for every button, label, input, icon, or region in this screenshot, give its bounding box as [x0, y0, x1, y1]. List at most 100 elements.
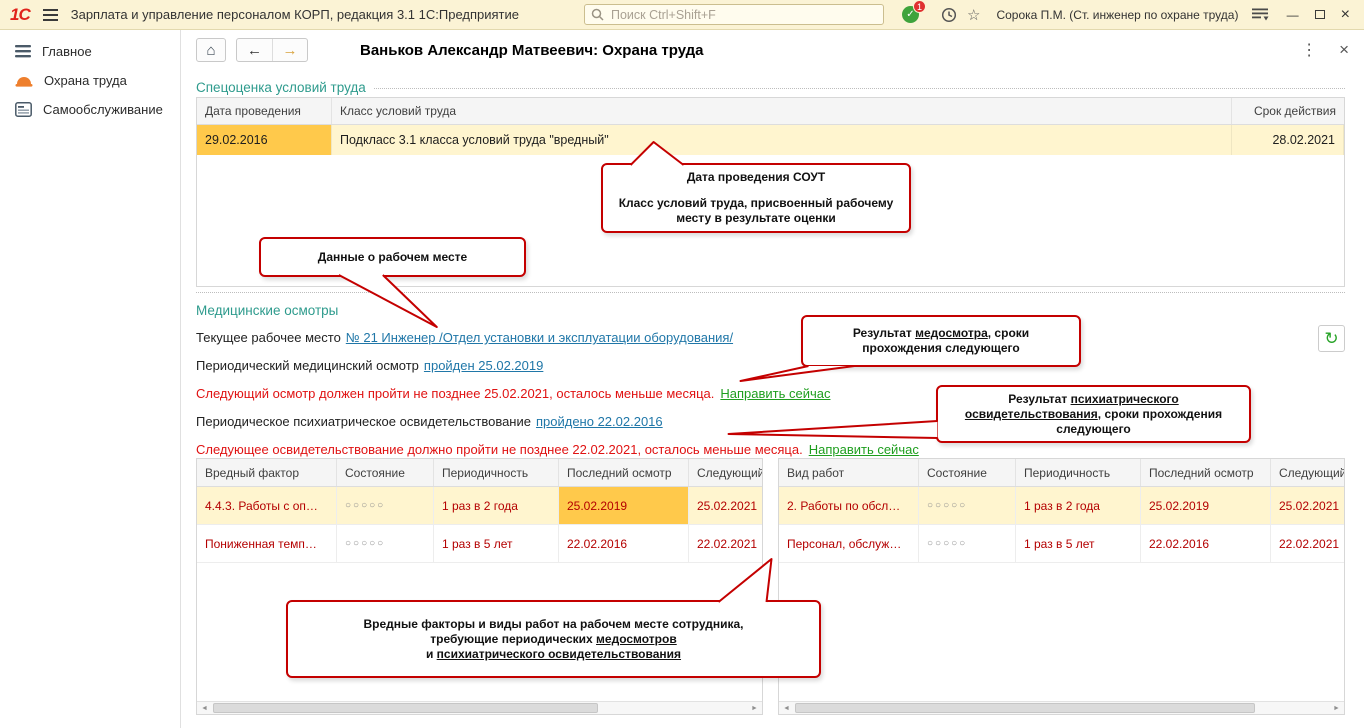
helmet-icon	[15, 77, 33, 87]
status-circles-icon: ○○○○○	[345, 538, 386, 549]
more-menu-button[interactable]: ⋮	[1301, 40, 1317, 60]
status-circles-icon: ○○○○○	[927, 500, 968, 511]
home-button[interactable]: ⌂	[196, 38, 226, 62]
column-header[interactable]: Периодичность	[1016, 459, 1141, 486]
sections-sidebar: Главное Охрана труда Самообслуживание	[0, 30, 181, 728]
form-toolbar-right: ⋮ ×	[1301, 40, 1349, 60]
scroll-right-button[interactable]: ►	[1329, 702, 1344, 714]
refresh-icon: ↻	[1324, 328, 1339, 348]
forward-button[interactable]: →	[272, 39, 307, 61]
table-row[interactable]: 2. Работы по обсл… ○○○○○ 1 раз в 2 года …	[779, 487, 1344, 525]
sout-section-header: Спецоценка условий труда	[196, 77, 1345, 97]
psych-result-link[interactable]: пройдено 22.02.2016	[536, 414, 663, 429]
sidebar-item-label: Охрана труда	[44, 73, 127, 88]
scroll-track[interactable]	[794, 702, 1329, 714]
table-empty-area	[779, 563, 1344, 714]
last-exam-cell: 22.02.2016	[559, 525, 689, 562]
exam-result-link[interactable]: пройден 25.02.2019	[424, 358, 543, 373]
home-icon: ⌂	[206, 41, 216, 59]
search-input[interactable]	[584, 4, 884, 25]
notification-icon: ✓	[906, 9, 915, 20]
sidebar-item-label: Самообслуживание	[43, 102, 163, 117]
workplace-link[interactable]: № 21 Инженер /Отдел установки и эксплуат…	[346, 330, 733, 345]
send-now-link-exam[interactable]: Направить сейчас	[720, 386, 830, 401]
section-separator	[196, 292, 1345, 293]
callout-text: и	[425, 646, 437, 661]
status-circles-icon: ○○○○○	[345, 500, 386, 511]
column-header[interactable]: Вид работ	[779, 459, 919, 486]
sidebar-item-labor-safety[interactable]: Охрана труда	[0, 66, 180, 95]
h-scrollbar[interactable]: ◄ ►	[779, 701, 1344, 714]
table-row[interactable]: 4.4.3. Работы с оп… ○○○○○ 1 раз в 2 года…	[197, 487, 762, 525]
column-header[interactable]: Следующий	[1271, 459, 1344, 486]
main-menu-button[interactable]	[40, 6, 61, 24]
last-exam-cell: 25.02.2019	[1141, 487, 1271, 524]
last-exam-cell: 25.02.2019	[559, 487, 689, 524]
favorites-button[interactable]: ☆	[967, 6, 980, 24]
column-header[interactable]: Периодичность	[434, 459, 559, 486]
global-search	[584, 4, 884, 25]
callout-exam-note: Результат медосмотра, сроки прохождения …	[801, 315, 1081, 367]
factor-name-cell: Пониженная темп…	[197, 525, 337, 562]
close-button[interactable]: ×	[1341, 6, 1350, 22]
refresh-button[interactable]: ↻	[1318, 325, 1345, 352]
column-header[interactable]: Последний осмотр	[559, 459, 689, 486]
notification-badge: 1	[913, 0, 926, 13]
sidebar-item-main[interactable]: Главное	[0, 36, 180, 66]
hamburger-icon	[42, 18, 58, 21]
window-controls: — ×	[1287, 6, 1354, 22]
scroll-track[interactable]	[212, 702, 747, 714]
close-icon: ×	[1339, 40, 1349, 59]
scroll-right-button[interactable]: ►	[747, 702, 762, 714]
psych-label: Периодическое психиатрическое освидетель…	[196, 414, 531, 429]
table-row[interactable]: Пониженная темп… ○○○○○ 1 раз в 5 лет 22.…	[197, 525, 762, 563]
callout-text: медосмотров	[596, 631, 677, 646]
work-type-cell: Персонал, обслуж…	[779, 525, 919, 562]
column-header[interactable]: Состояние	[337, 459, 434, 486]
workplace-label: Текущее рабочее место	[196, 330, 341, 345]
self-service-icon	[15, 102, 32, 117]
next-exam-cell: 22.02.2021	[1279, 536, 1340, 551]
sidebar-item-self-service[interactable]: Самообслуживание	[0, 95, 180, 124]
clock-icon	[941, 7, 957, 22]
column-header-class[interactable]: Класс условий труда	[332, 98, 1232, 124]
column-header[interactable]: Вредный фактор	[197, 459, 337, 486]
scroll-thumb[interactable]	[795, 703, 1256, 713]
page-title: Ваньков Александр Матвеевич: Охрана труд…	[360, 41, 704, 59]
maximize-button[interactable]	[1314, 10, 1325, 19]
scroll-left-button[interactable]: ◄	[197, 702, 212, 714]
settings-menu-button[interactable]	[1252, 8, 1269, 21]
scroll-thumb[interactable]	[213, 703, 599, 713]
column-header[interactable]: Последний осмотр	[1141, 459, 1271, 486]
factors-table-header: Вредный фактор Состояние Периодичность П…	[197, 459, 762, 487]
factor-name-cell: 4.4.3. Работы с оп…	[197, 487, 337, 524]
column-header[interactable]: Состояние	[919, 459, 1016, 486]
h-scrollbar[interactable]: ◄ ►	[197, 701, 762, 714]
table-row[interactable]: Персонал, обслуж… ○○○○○ 1 раз в 5 лет 22…	[779, 525, 1344, 563]
history-nav: ← →	[236, 38, 308, 62]
close-form-button[interactable]: ×	[1339, 40, 1349, 59]
table-row[interactable]: 29.02.2016 Подкласс 3.1 класса условий т…	[197, 125, 1344, 155]
workplace-line: Текущее рабочее место № 21 Инженер /Отдел…	[196, 330, 1345, 348]
back-button[interactable]: ←	[237, 39, 272, 61]
notifications-button[interactable]: ✓ 1	[902, 0, 926, 23]
scroll-left-button[interactable]: ◄	[779, 702, 794, 714]
status-cell: ○○○○○	[337, 487, 434, 524]
callout-text: психиатрического освидетельствования	[436, 646, 682, 661]
column-header-valid[interactable]: Срок действия	[1232, 98, 1344, 124]
callout-workplace-note: Данные о рабочем месте	[259, 237, 526, 277]
callout-sout-note: Дата проведения СОУТ Класс условий труда…	[601, 163, 911, 233]
status-circles-icon: ○○○○○	[927, 538, 968, 549]
current-user[interactable]: Сорока П.М. (Ст. инженер по охране труда…	[996, 8, 1238, 22]
history-button[interactable]	[941, 7, 957, 23]
column-header[interactable]: Следующий	[689, 459, 762, 486]
callout-text: Класс условий труда, присвоенный рабочем…	[618, 196, 894, 225]
minimize-button[interactable]: —	[1287, 8, 1299, 22]
status-cell: ○○○○○	[337, 525, 434, 562]
send-now-link-psych[interactable]: Направить сейчас	[809, 442, 919, 457]
column-header-date[interactable]: Дата проведения	[197, 98, 332, 124]
period-cell: 1 раз в 2 года	[1016, 487, 1141, 524]
status-cell: ○○○○○	[919, 487, 1016, 524]
callout-text: медосмотра	[915, 326, 988, 340]
form-toolbar: ⌂ ← → Ваньков Александр Матвеевич: Охран…	[181, 30, 1364, 70]
